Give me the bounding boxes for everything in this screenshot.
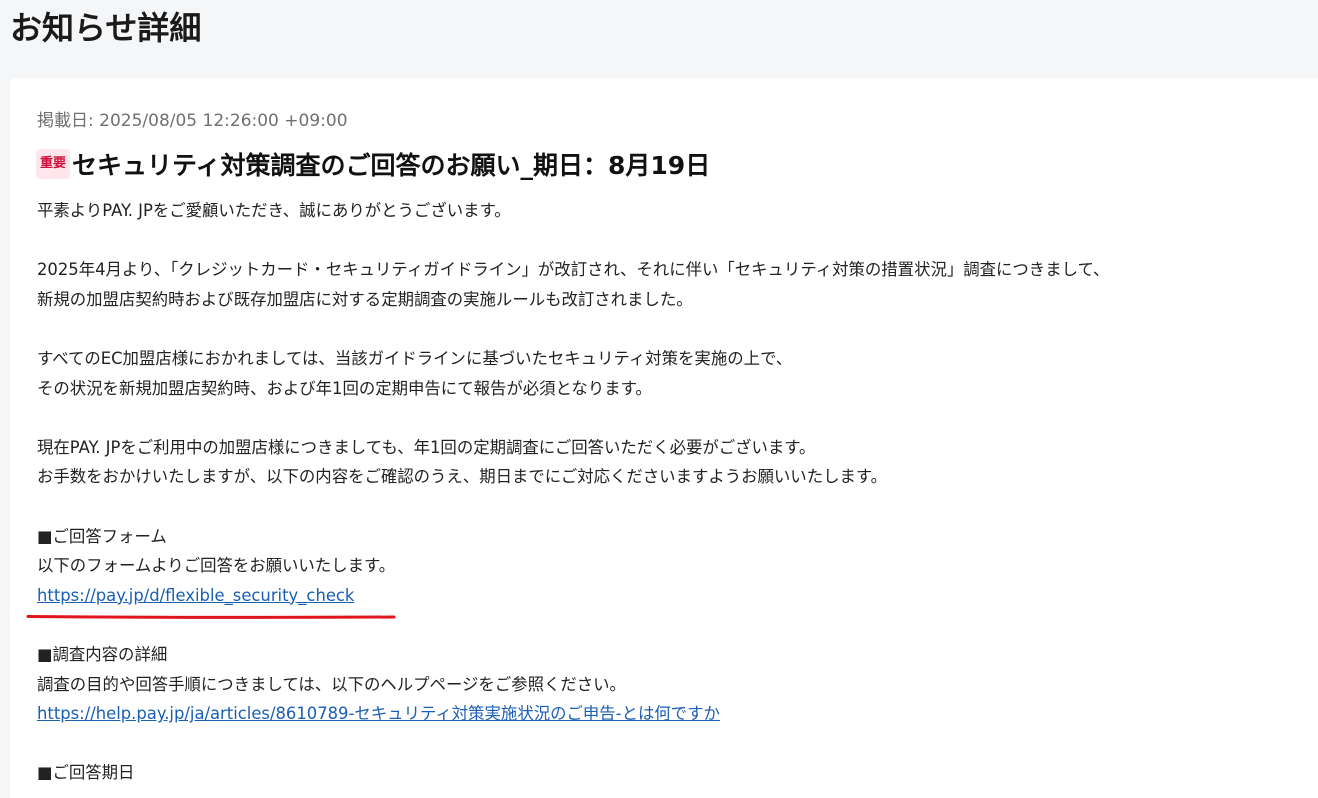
page-title: お知らせ詳細 <box>10 9 202 47</box>
section-heading-form: ■ご回答フォーム <box>37 526 167 546</box>
paragraph-line: 新規の加盟店契約時および既存加盟店に対する定期調査の実施ルールも改訂されました。 <box>37 289 693 309</box>
paragraph-line: 2025年4月より、「クレジットカード・セキュリティガイドライン」が改訂され、そ… <box>37 260 1110 280</box>
section-heading-details: ■調査内容の詳細 <box>37 644 168 664</box>
notice-title: セキュリティ対策調査のご回答のお願い_期日：8月19日 <box>72 151 711 180</box>
notice-body: 平素よりPAY. JPをご愛顧いただき、誠にありがとうございます。 2025年4… <box>37 196 1297 788</box>
annotation-underline <box>26 615 396 619</box>
paragraph-line: すべてのEC加盟店様におかれましては、当該ガイドラインに基づいたセキュリティ対策… <box>37 348 793 368</box>
notice-card: 掲載日: 2025/08/05 12:26:00 +09:00 重要 セキュリテ… <box>10 78 1318 798</box>
form-link[interactable]: https://pay.jp/d/flexible_security_check <box>37 586 354 605</box>
section-heading-deadline: ■ご回答期日 <box>37 763 135 783</box>
notice-headline: 重要 セキュリティ対策調査のご回答のお願い_期日：8月19日 <box>36 146 710 182</box>
posted-date: 掲載日: 2025/08/05 12:26:00 +09:00 <box>37 111 348 131</box>
paragraph-line: 現在PAY. JPをご利用中の加盟店様につきましても、年1回の定期調査にご回答い… <box>37 437 816 457</box>
important-badge: 重要 <box>36 149 71 179</box>
paragraph-line: お手数をおかけいたしますが、以下の内容をご確認のうえ、期日までにご対応くださいま… <box>37 467 888 487</box>
greeting-text: 平素よりPAY. JPをご愛顧いただき、誠にありがとうございます。 <box>37 201 511 220</box>
section-text: 調査の目的や回答手順につきましては、以下のヘルプページをご参照ください。 <box>37 674 626 694</box>
section-text: 以下のフォームよりご回答をお願いいたします。 <box>37 556 396 576</box>
paragraph-line: その状況を新規加盟店契約時、および年1回の定期申告にて報告が必須となります。 <box>37 378 652 398</box>
help-article-link[interactable]: https://help.pay.jp/ja/articles/8610789-… <box>37 704 720 723</box>
